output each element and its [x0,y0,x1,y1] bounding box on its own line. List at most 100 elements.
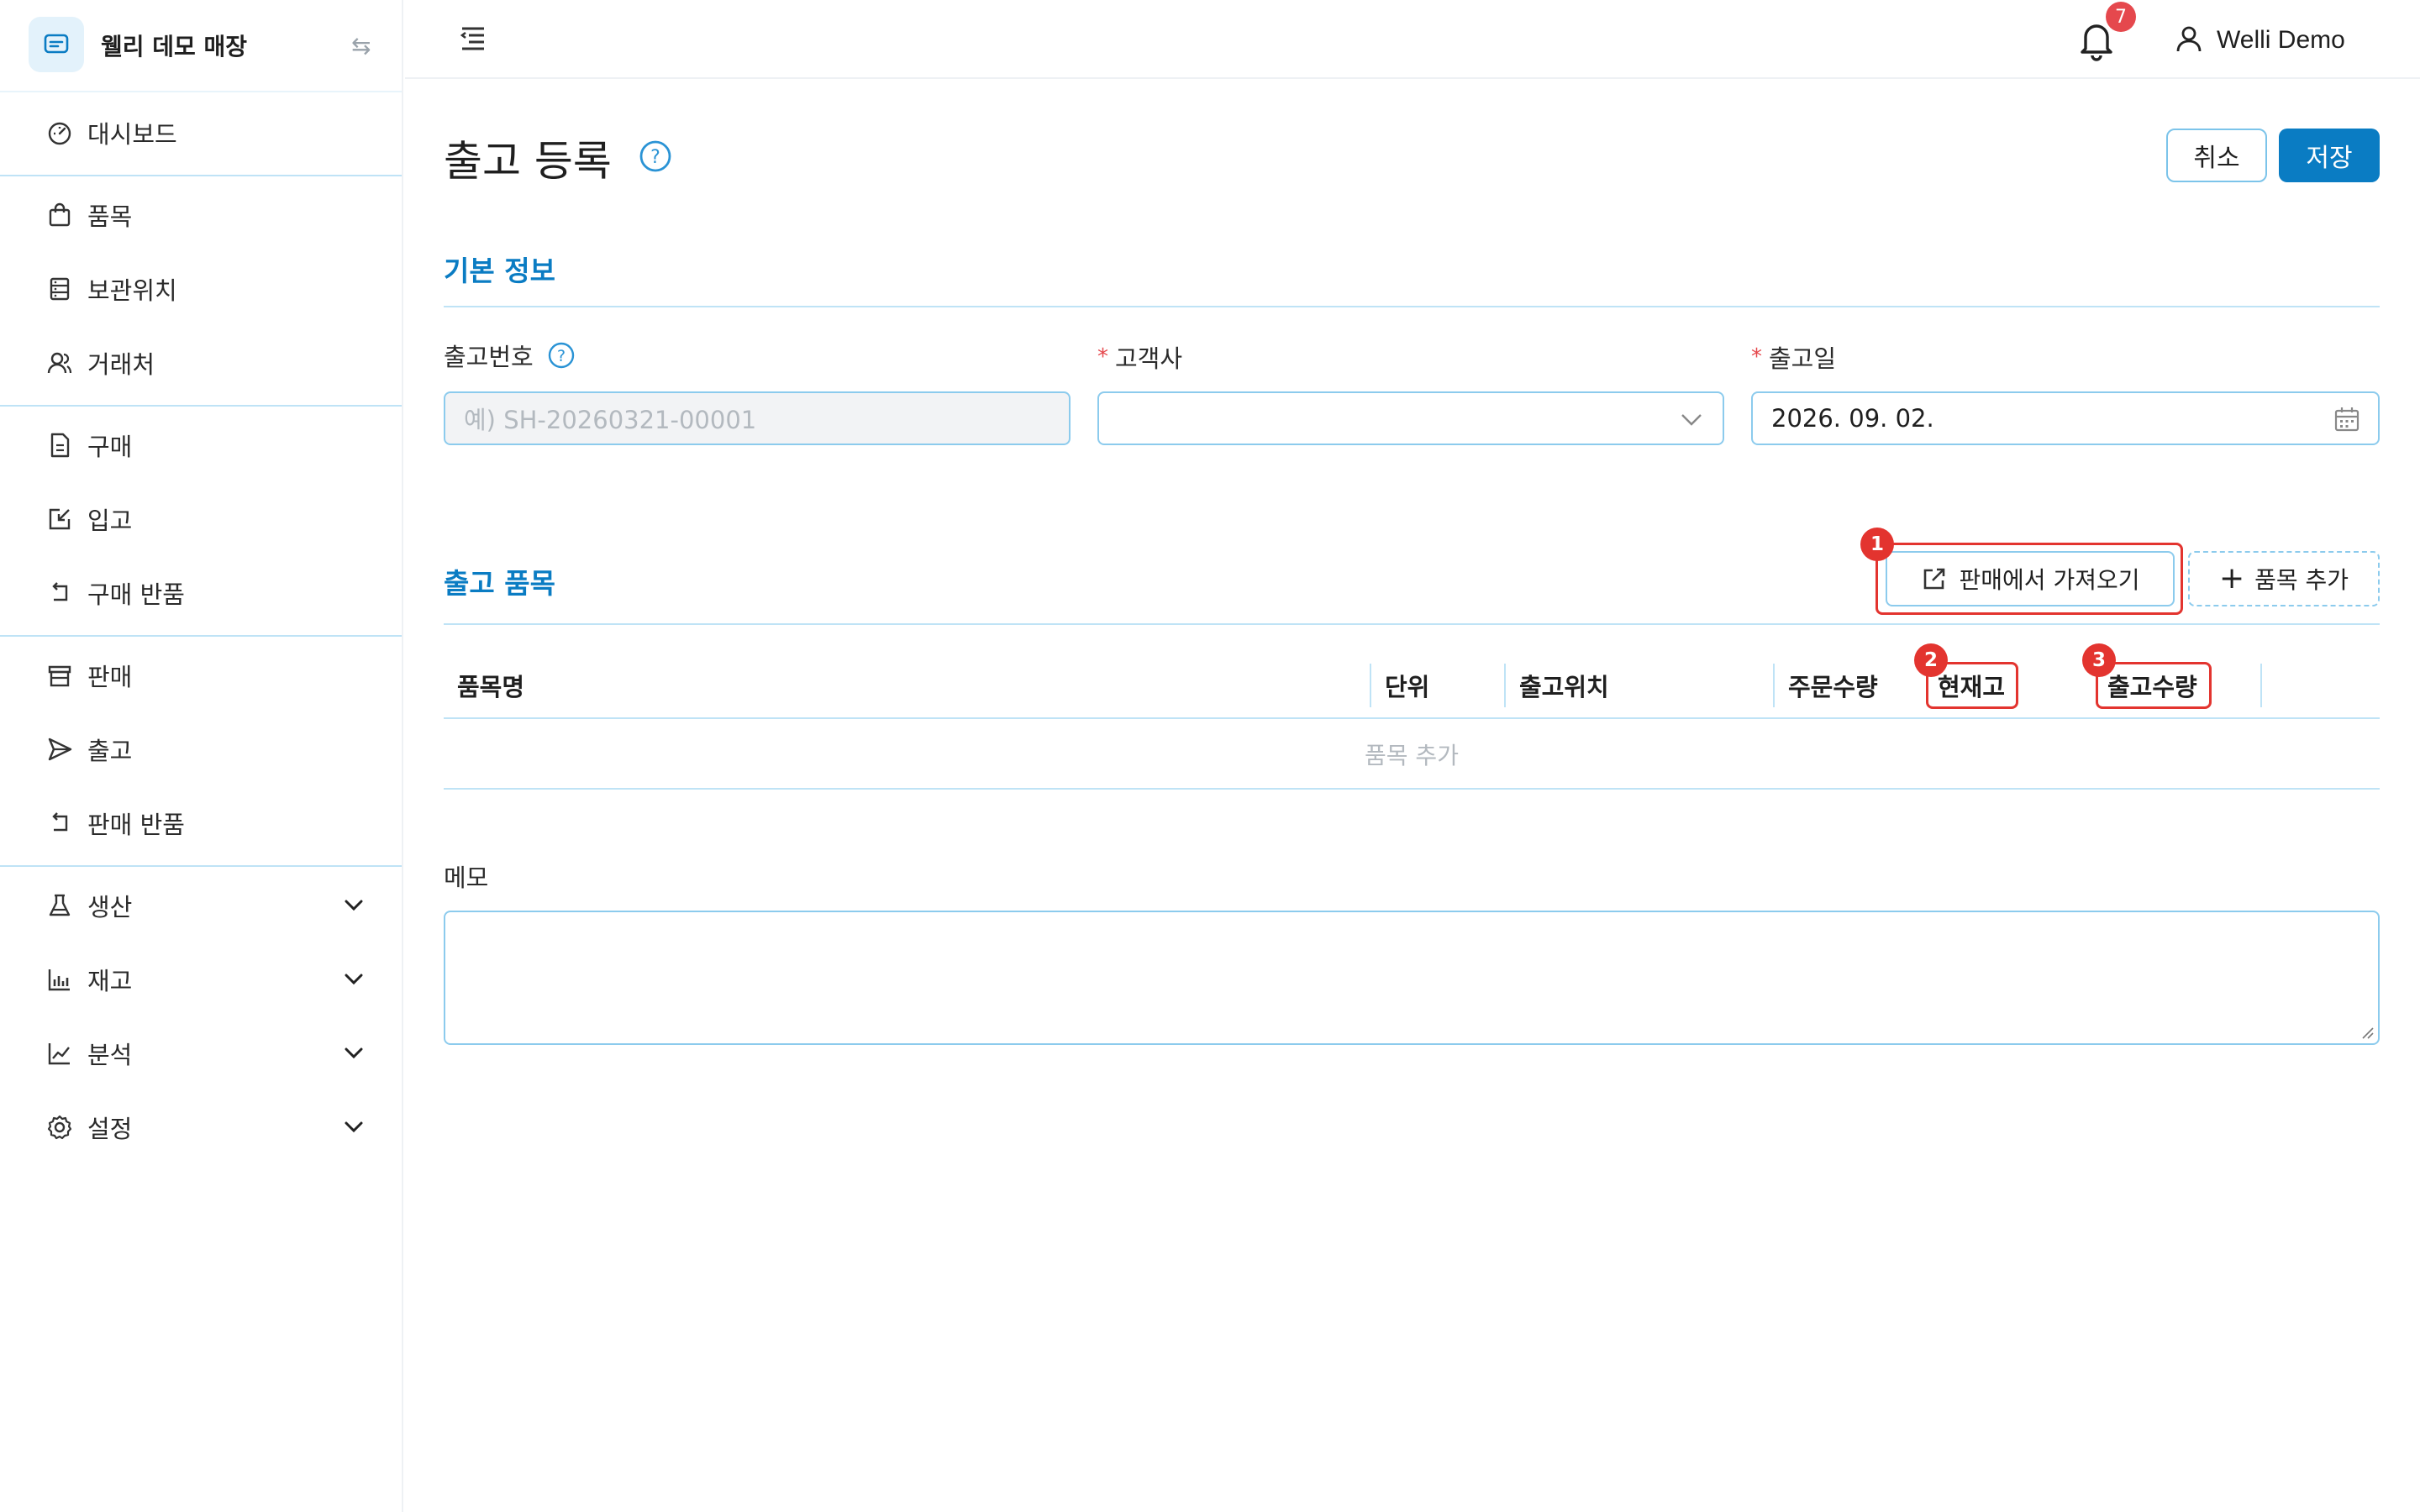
partner-icon [45,349,74,377]
svg-text:?: ? [557,347,566,365]
calendar-icon[interactable] [2333,405,2361,433]
sidebar-item-label: 품목 [87,202,133,231]
annotation-marker-1: 1 [1860,528,1894,561]
column-divider[interactable] [1370,664,1371,707]
sidebar-item-storage[interactable]: 보관위치 [45,264,177,314]
store-icon [45,661,74,690]
help-icon[interactable]: ? [639,139,672,173]
sidebar-item-sales[interactable]: 판매 [45,650,132,701]
switch-store-icon[interactable]: ⇆ [351,32,371,60]
column-header-current-stock: 현재고 [1938,673,2006,701]
column-header-outbound-qty: 출고수량 [2107,673,2197,701]
user-name: Welli Demo [2217,26,2345,54]
column-header-unit: 단위 [1385,673,1430,701]
store-name: 웰리 데모 매장 [101,33,248,60]
shipment-no-label: 출고번호 ? [444,338,576,373]
customer-select[interactable] [1097,391,1724,445]
sidebar-item-label: 출고 [87,737,133,765]
sidebar-item-purchase[interactable]: 구매 [45,420,132,470]
sidebar-item-label: 거래처 [87,350,155,379]
column-divider[interactable] [1504,664,1506,707]
memo-label: 메모 [444,864,489,892]
sidebar-item-analytics[interactable]: 분석 [45,1028,132,1079]
gear-icon [45,1113,74,1142]
sidebar-item-sales-return[interactable]: 판매 반품 [45,798,185,848]
items-empty-row[interactable]: 품목 추가 [444,721,2380,790]
bag-icon [45,201,74,229]
sidebar: 웰리 데모 매장 ⇆ 대시보드 품목 보관위치 거래처 구매 입고 구매 반품 … [0,0,403,1512]
add-item-label: 품목 추가 [2254,566,2349,594]
sidebar-item-label: 판매 반품 [87,811,185,839]
chat-icon [44,34,69,54]
required-mark: * [1751,344,1762,370]
column-divider[interactable] [1773,664,1775,707]
sidebar-item-items[interactable]: 품목 [45,190,132,240]
sidebar-item-label: 재고 [87,967,133,995]
column-divider[interactable] [2260,664,2262,707]
section-title-basic-info: 기본 정보 [444,255,555,287]
date-input[interactable]: 2026. 09. 02. [1751,391,2380,445]
column-header-location: 출고위치 [1519,673,1609,701]
chevron-down-icon[interactable] [341,1115,366,1140]
sidebar-item-label: 설정 [87,1115,133,1143]
sidebar-item-production[interactable]: 생산 [45,880,132,931]
annotation-marker-2: 2 [1914,643,1948,677]
column-header-item-name: 품목명 [457,673,525,701]
sidebar-item-inventory[interactable]: 재고 [45,954,132,1005]
notification-badge: 7 [2106,2,2136,32]
sidebar-item-purchase-return[interactable]: 구매 반품 [45,568,185,618]
flask-icon [45,891,74,920]
sidebar-item-label: 판매 [87,663,133,691]
inbound-icon [45,505,74,533]
date-value: 2026. 09. 02. [1771,404,1934,433]
add-item-button[interactable]: + 품목 추가 [2188,551,2380,606]
sidebar-item-outbound[interactable]: 출고 [45,724,132,774]
customer-label-text: 고객사 [1115,344,1183,373]
section-title-items: 출고 품목 [444,567,555,600]
chevron-down-icon[interactable] [341,967,366,992]
sidebar-item-label: 생산 [87,893,133,921]
sidebar-item-label: 구매 [87,433,133,461]
save-button[interactable]: 저장 [2279,129,2380,182]
user-icon [2175,24,2203,56]
sidebar-divider [0,865,402,867]
shipment-no-input[interactable]: 예) SH-20260321-00001 [444,391,1071,445]
sidebar-divider [0,175,402,176]
chevron-down-icon [1677,405,1706,433]
page-title: 출고 등록 [444,137,612,186]
document-icon [45,431,74,459]
sidebar-item-label: 분석 [87,1041,133,1069]
sidebar-item-settings[interactable]: 설정 [45,1102,132,1152]
date-label-text: 출고일 [1769,344,1837,373]
sidebar-item-partners[interactable]: 거래처 [45,338,155,388]
column-header-order-qty: 주문수량 [1788,673,1878,701]
chevron-down-icon[interactable] [341,1041,366,1066]
bar-chart-icon [45,965,74,994]
dashboard-icon [45,118,74,147]
date-label: * 출고일 [1751,339,1836,375]
sidebar-divider [0,405,402,407]
sidebar-item-inbound[interactable]: 입고 [45,494,132,544]
return-icon [45,809,74,837]
return-icon [45,579,74,607]
section-divider [444,623,2380,625]
menu-collapse-icon[interactable] [455,24,489,54]
help-icon[interactable]: ? [547,341,576,370]
customer-label: * 고객사 [1097,339,1182,375]
user-menu[interactable]: Welli Demo [2175,22,2345,59]
svg-text:?: ? [650,147,660,168]
memo-textarea[interactable] [444,911,2380,1045]
import-from-sales-button[interactable]: 판매에서 가져오기 [1886,551,2175,606]
shipment-no-label-text: 출고번호 [444,343,534,371]
cancel-button[interactable]: 취소 [2166,129,2267,182]
store-header[interactable]: 웰리 데모 매장 ⇆ [0,0,402,92]
send-icon [45,735,74,764]
sidebar-item-dashboard[interactable]: 대시보드 [45,108,177,158]
sidebar-item-label: 구매 반품 [87,580,185,609]
resize-handle-icon[interactable] [2360,1025,2375,1040]
line-chart-icon [45,1039,74,1068]
required-mark: * [1097,344,1108,370]
chevron-down-icon[interactable] [341,893,366,918]
sidebar-item-label: 입고 [87,507,133,535]
annotation-marker-3: 3 [2082,643,2116,677]
